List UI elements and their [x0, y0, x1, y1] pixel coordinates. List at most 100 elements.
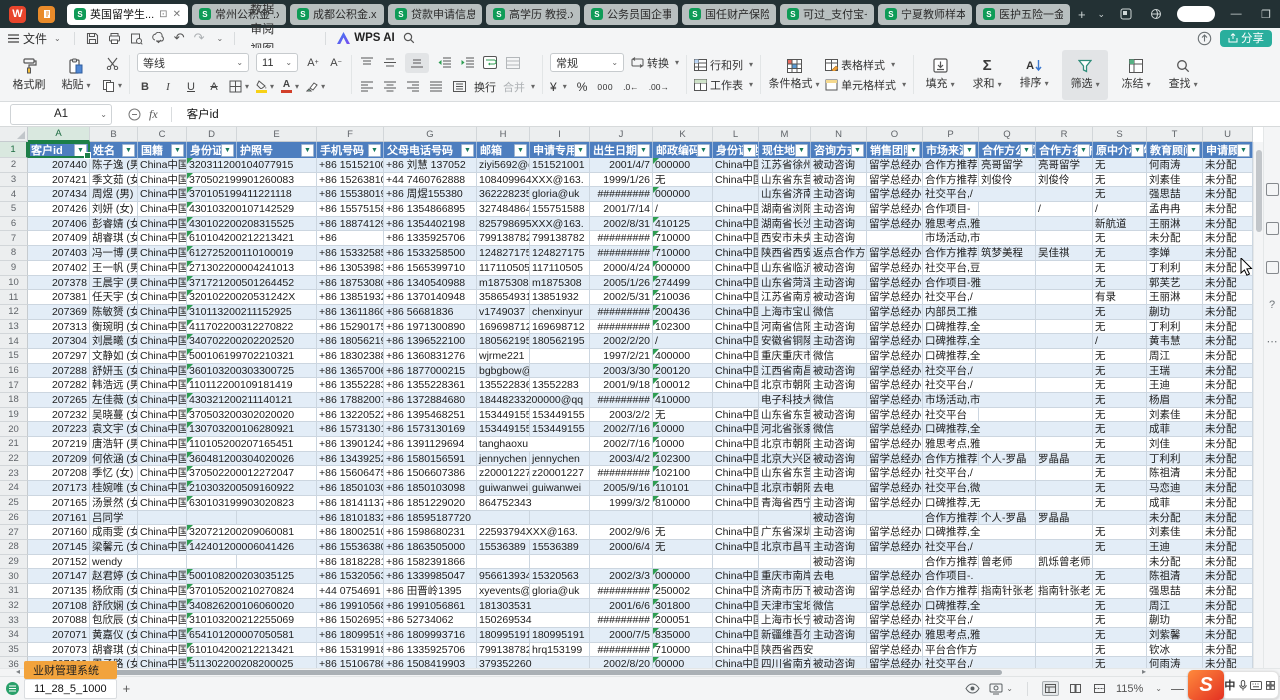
- cell-F8[interactable]: +86 15332585: [317, 246, 384, 261]
- cell-L34[interactable]: China中国: [713, 628, 759, 643]
- cell-H15[interactable]: wjrme221: [477, 349, 530, 364]
- cell-L8[interactable]: China中国: [713, 246, 759, 261]
- cell-O10[interactable]: 留学总经办: [867, 276, 923, 291]
- decrease-decimal-button[interactable]: .00→: [649, 82, 669, 92]
- cell-L12[interactable]: China中国: [713, 305, 759, 320]
- cell-R22[interactable]: 罗晶晶: [1036, 452, 1093, 467]
- cell-M18[interactable]: 电子科技大: [759, 393, 811, 408]
- cell-H13[interactable]: 169698712: [477, 320, 530, 335]
- cell-M15[interactable]: 重庆重庆市: [759, 349, 811, 364]
- column-header-N[interactable]: N: [811, 127, 867, 142]
- row-header-10[interactable]: 10: [0, 276, 28, 291]
- cell-C5[interactable]: China中国: [138, 202, 187, 217]
- cell-O36[interactable]: 留学总经办: [867, 657, 923, 668]
- filter-dropdown-icon[interactable]: ▼: [368, 144, 381, 157]
- cell-P4[interactable]: 社交平台,/: [923, 187, 979, 202]
- cell-S32[interactable]: 无: [1093, 599, 1147, 614]
- cell-D13[interactable]: 411702200312270822: [187, 320, 237, 335]
- cell-L29[interactable]: [713, 555, 759, 570]
- cell-F16[interactable]: +86 13657006: [317, 364, 384, 379]
- cell-B11[interactable]: 任天宇 (女: [90, 290, 138, 305]
- sogou-logo-icon[interactable]: S: [1188, 670, 1224, 700]
- row-header-21[interactable]: 21: [0, 437, 28, 452]
- cell-T12[interactable]: 蒯玏: [1147, 305, 1203, 320]
- cell-B18[interactable]: 左佳薇 (女: [90, 393, 138, 408]
- cell-U33[interactable]: 未分配: [1203, 613, 1253, 628]
- cell-D7[interactable]: 610104200212213421: [187, 231, 237, 246]
- cell-B34[interactable]: 黄嘉仪 (女: [90, 628, 138, 643]
- italic-button[interactable]: I: [160, 78, 176, 96]
- cell-P24[interactable]: 社交平台,微: [923, 481, 979, 496]
- cell-H3[interactable]: 108409964XXX@163.: [477, 173, 530, 188]
- cell-P27[interactable]: 口碑推荐,全: [923, 525, 979, 540]
- table-header-cell[interactable]: 护照号▼: [237, 142, 317, 158]
- cell-N35[interactable]: [811, 643, 867, 658]
- cell-C12[interactable]: China中国: [138, 305, 187, 320]
- column-header-U[interactable]: U: [1203, 127, 1253, 142]
- cell-S27[interactable]: 无: [1093, 525, 1147, 540]
- doc-tab[interactable]: S医护五险一金.xlsx: [976, 4, 1070, 25]
- help-icon[interactable]: ?: [1267, 300, 1278, 311]
- cell-M12[interactable]: 上海市宝山: [759, 305, 811, 320]
- filter-button[interactable]: 筛选▾: [1062, 50, 1108, 100]
- row-header-3[interactable]: 3: [0, 173, 28, 188]
- qat-more-caret-icon[interactable]: ⌄: [217, 34, 224, 43]
- cell-M4[interactable]: 山东省济南: [759, 187, 811, 202]
- cell-U6[interactable]: 未分配: [1203, 217, 1253, 232]
- cell-O2[interactable]: 留学总经办: [867, 158, 923, 173]
- cell-L11[interactable]: China中国: [713, 290, 759, 305]
- cell-N19[interactable]: 被动咨询: [811, 408, 867, 423]
- doc-tab[interactable]: S宁夏教师样本.xlsx: [878, 4, 972, 25]
- cell-D27[interactable]: 320721200209060081: [187, 525, 237, 540]
- normal-view-icon[interactable]: [1042, 681, 1059, 696]
- row-header-20[interactable]: 20: [0, 422, 28, 437]
- cell-B25[interactable]: 汤景然 (女: [90, 496, 138, 511]
- cell-J5[interactable]: 2001/7/14: [590, 202, 653, 217]
- cell-S12[interactable]: 无: [1093, 305, 1147, 320]
- eye-protect-icon[interactable]: [965, 683, 980, 694]
- cell-R36[interactable]: [1036, 657, 1093, 668]
- doc-tab[interactable]: S国任财产保险样本.x: [682, 4, 776, 25]
- cell-K7[interactable]: 710000: [653, 231, 713, 246]
- cell-L21[interactable]: China中国: [713, 437, 759, 452]
- cell-H11[interactable]: 358654931: [477, 290, 530, 305]
- cell-P25[interactable]: 口碑推荐,无: [923, 496, 979, 511]
- cell-A14[interactable]: 207304: [28, 334, 90, 349]
- cell-H33[interactable]: 150269534: [477, 613, 530, 628]
- page-break-view-icon[interactable]: [1092, 682, 1107, 695]
- cell-J8[interactable]: #########: [590, 246, 653, 261]
- filter-dropdown-icon[interactable]: ▼: [637, 144, 650, 157]
- cloud-sync-icon[interactable]: [152, 32, 165, 45]
- cell-K32[interactable]: 301800: [653, 599, 713, 614]
- column-header-H[interactable]: H: [477, 127, 530, 142]
- paste-button[interactable]: 粘贴▾: [55, 51, 97, 99]
- cell-J24[interactable]: 2005/9/16: [590, 481, 653, 496]
- cell-S14[interactable]: /: [1093, 334, 1147, 349]
- cell-I7[interactable]: 799138782: [530, 231, 590, 246]
- ime-lang-indicator[interactable]: 中: [1224, 677, 1235, 693]
- cell-U21[interactable]: 未分配: [1203, 437, 1253, 452]
- cell-U3[interactable]: 未分配: [1203, 173, 1253, 188]
- cell-J23[interactable]: #########: [590, 466, 653, 481]
- cell-R5[interactable]: /: [1036, 202, 1093, 217]
- cell-D12[interactable]: 310113200211152925: [187, 305, 237, 320]
- cell-F33[interactable]: +86 15026953: [317, 613, 384, 628]
- cell-Q34[interactable]: [979, 628, 1036, 643]
- cell-D21[interactable]: 110105200207165451: [187, 437, 237, 452]
- cell-B9[interactable]: 王一帆 (男: [90, 261, 138, 276]
- cell-N29[interactable]: 被动咨询: [811, 555, 867, 570]
- add-sheet-button[interactable]: +: [123, 681, 131, 696]
- docer-icon[interactable]: [38, 6, 55, 23]
- cell-T23[interactable]: 陈祖清: [1147, 466, 1203, 481]
- cell-H36[interactable]: 379352260: [477, 657, 530, 668]
- cell-N22[interactable]: 被动咨询: [811, 452, 867, 467]
- cell-S5[interactable]: /: [1093, 202, 1147, 217]
- table-header-cell[interactable]: 客户id▼: [28, 142, 90, 158]
- filter-dropdown-icon[interactable]: ▼: [221, 144, 234, 157]
- cell-A17[interactable]: 207282: [28, 378, 90, 393]
- cell-D35[interactable]: 610104200212213421: [187, 643, 237, 658]
- cell-P9[interactable]: 社交平台,豆: [923, 261, 979, 276]
- cell-A7[interactable]: 207409: [28, 231, 90, 246]
- cell-S11[interactable]: 有录: [1093, 290, 1147, 305]
- row-header-7[interactable]: 7: [0, 231, 28, 246]
